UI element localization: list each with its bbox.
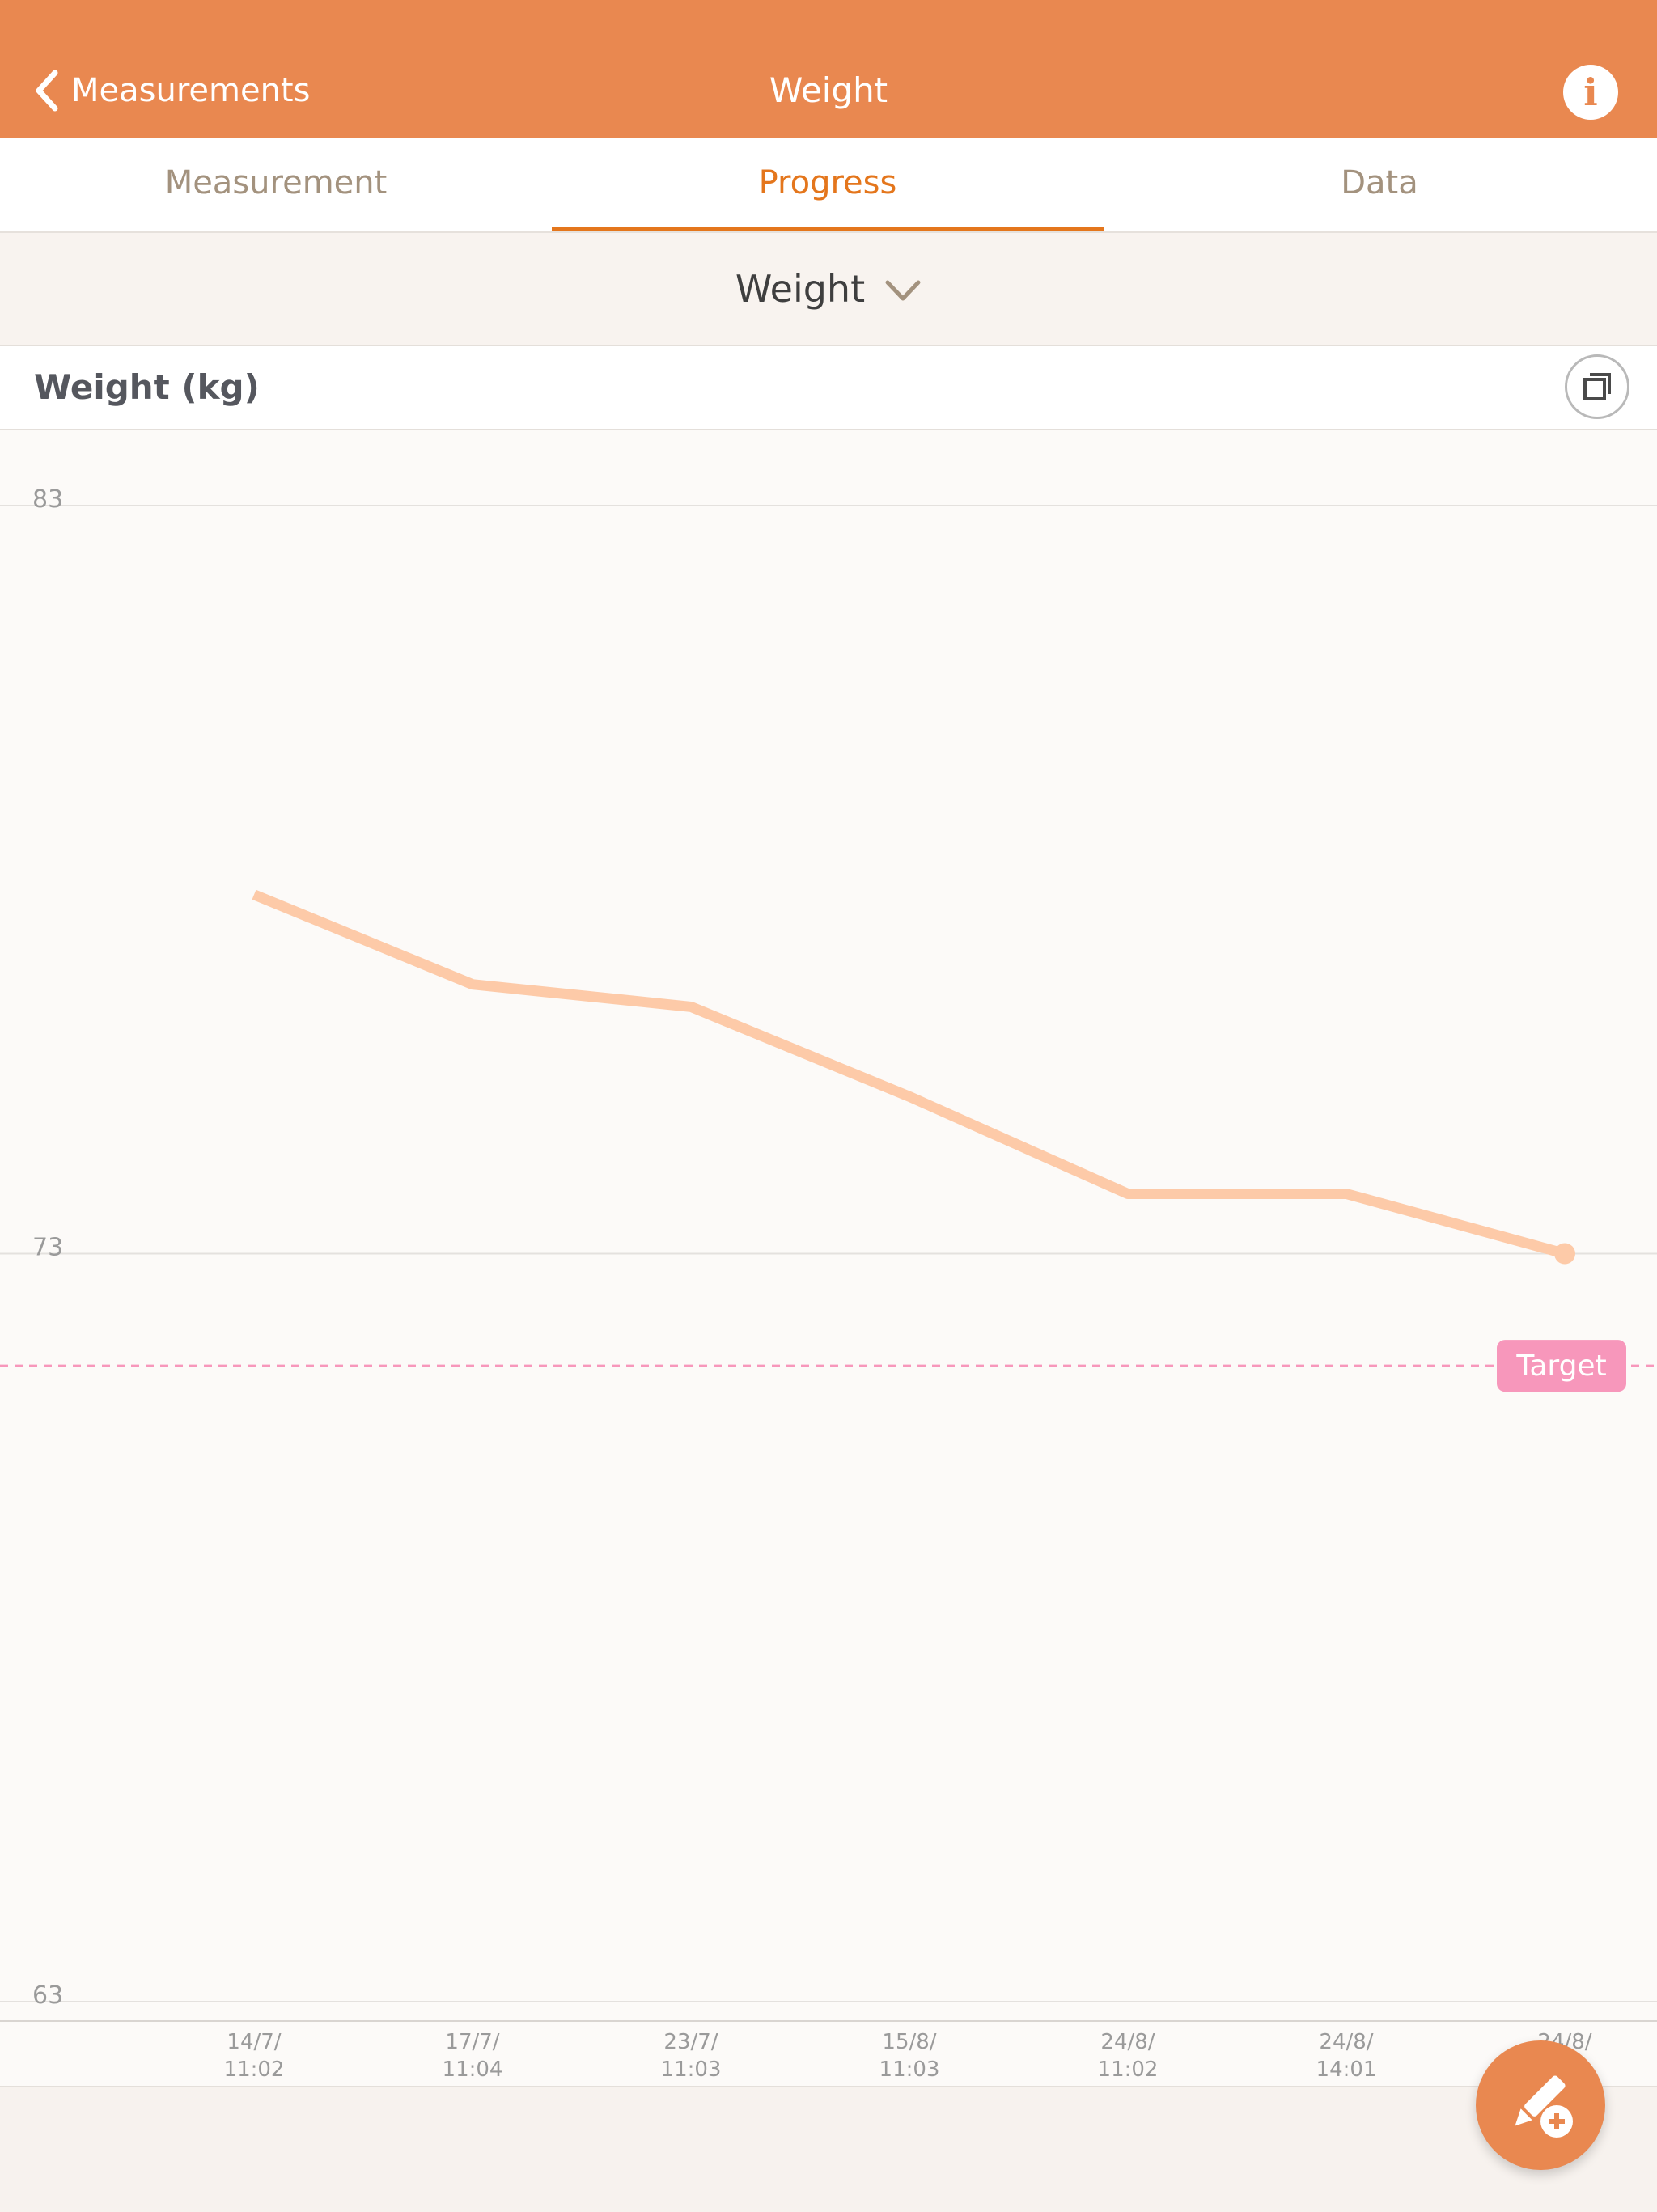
x-tick-label: 24/8/11:02 bbox=[1098, 2030, 1159, 2082]
y-tick-label: 83 bbox=[32, 485, 63, 514]
chart-header: Weight (kg) bbox=[0, 346, 1657, 430]
x-tick-label: 15/8/11:03 bbox=[879, 2030, 940, 2082]
expand-icon bbox=[1583, 373, 1611, 400]
info-icon: i bbox=[1583, 70, 1598, 114]
metric-selector[interactable]: Weight bbox=[0, 233, 1657, 346]
weight-chart: 83 73 63 Target 14/7/11:02 17/7/11:04 23/7/11:… bbox=[0, 430, 1657, 2086]
chart-title: Weight (kg) bbox=[34, 367, 260, 407]
segment-tabs: Measurement Progress Data bbox=[0, 138, 1657, 233]
add-measurement-button[interactable] bbox=[1476, 2040, 1605, 2170]
series-last-point bbox=[1554, 1243, 1575, 1265]
expand-chart-button[interactable] bbox=[1565, 354, 1629, 419]
info-button[interactable]: i bbox=[1563, 65, 1618, 120]
tab-progress[interactable]: Progress bbox=[552, 138, 1104, 231]
weight-chart-svg: 83 73 63 Target 14/7/11:02 17/7/11:04 23/7/11:… bbox=[0, 485, 1657, 2082]
y-tick-label: 63 bbox=[32, 1981, 63, 2010]
edit-add-icon bbox=[1515, 2075, 1573, 2138]
target-label: Target bbox=[1515, 1350, 1606, 1383]
chevron-down-icon bbox=[885, 280, 921, 301]
tab-data[interactable]: Data bbox=[1104, 138, 1655, 231]
tab-measurement[interactable]: Measurement bbox=[0, 138, 552, 231]
y-tick-label: 73 bbox=[32, 1234, 63, 1262]
x-tick-label: 24/8/14:01 bbox=[1316, 2030, 1377, 2082]
series-line bbox=[252, 889, 1566, 1259]
top-navigation-bar: Measurements Weight i bbox=[0, 0, 1657, 138]
bottom-bar bbox=[0, 2086, 1657, 2212]
page-title: Weight bbox=[769, 70, 888, 110]
x-tick-label: 17/7/11:04 bbox=[443, 2030, 503, 2082]
x-tick-label: 23/7/11:03 bbox=[661, 2030, 722, 2082]
x-tick-label: 14/7/11:02 bbox=[224, 2030, 285, 2082]
metric-selector-value: Weight bbox=[735, 267, 866, 311]
